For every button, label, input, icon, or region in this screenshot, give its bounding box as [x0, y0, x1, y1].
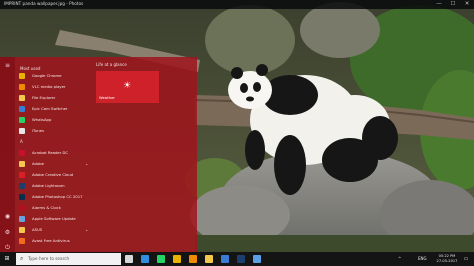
app-adobe-lightroom[interactable]: Adobe Lightroom [19, 182, 91, 190]
window-title: IMPRINT panda wallpaper.jpg - Photos [4, 1, 84, 6]
apple-update-icon [19, 216, 25, 222]
avast-icon [19, 238, 25, 244]
search-placeholder: Type here to search [28, 256, 70, 261]
taskbar: ⊞ ⌕ Type here to search ^ ENG 05:22 PM 2… [0, 252, 474, 266]
start-menu: ≡ ◉ ⚙ ⏻ Most used Google Chrome VLC medi… [0, 57, 197, 253]
creative-cloud-icon [19, 172, 25, 178]
search-icon: ⌕ [20, 255, 24, 262]
tray-chevron-icon[interactable]: ^ [398, 252, 401, 266]
app-label: Acrobat Reader DC [32, 150, 69, 155]
app-label: Adobe Creative Cloud [32, 172, 74, 177]
clock-date: 27-05-2017 [436, 259, 458, 263]
app-whatsapp[interactable]: WhatsApp [19, 116, 91, 124]
app-label: ASUS [32, 227, 43, 232]
app-label: Apple Software Update [32, 216, 76, 221]
chevron-down-icon: ⌄ [85, 161, 89, 166]
app-adobe-photoshop[interactable]: Adobe Photoshop CC 2017 [19, 193, 91, 201]
notification-icon[interactable]: ▭ [462, 255, 470, 263]
start-rail: ≡ ◉ ⚙ ⏻ [0, 57, 15, 253]
app-file-explorer[interactable]: File Explorer [19, 94, 91, 102]
acrobat-icon [19, 150, 25, 156]
lightroom-icon [19, 183, 25, 189]
tiles-header: Life at a glance [96, 62, 127, 67]
gear-icon[interactable]: ⚙ [4, 229, 11, 236]
weather-tile[interactable]: ☀ Weather [96, 71, 159, 103]
app-label: Adobe Lightroom [32, 183, 65, 188]
close-button[interactable]: ✕ [460, 0, 474, 9]
app-apple-software-update[interactable]: Apple Software Update [19, 215, 91, 223]
app-google-chrome[interactable]: Google Chrome [19, 72, 91, 80]
task-view-icon[interactable] [125, 255, 133, 263]
chevron-down-icon: ⌄ [85, 227, 89, 232]
app-label: Epic Cam Switcher [32, 106, 68, 111]
sun-icon: ☀ [123, 81, 132, 91]
hamburger-icon[interactable]: ≡ [4, 62, 11, 69]
store-icon[interactable] [221, 255, 229, 263]
windows-start-button[interactable]: ⊞ [0, 252, 14, 266]
chrome-icon[interactable] [173, 255, 181, 263]
app-alarms-clock[interactable]: Alarms & Clock [19, 204, 91, 212]
photos-icon[interactable] [253, 255, 261, 263]
clock[interactable]: 05:22 PM 27-05-2017 [433, 254, 461, 264]
app-itunes[interactable]: iTunes [19, 127, 91, 135]
chrome-icon [19, 73, 25, 79]
file-explorer-icon[interactable] [205, 255, 213, 263]
app-label: iTunes [32, 128, 44, 133]
app-list: Most used Google Chrome VLC media player… [15, 57, 91, 253]
camera-icon [19, 106, 25, 112]
app-label: Adobe [32, 161, 45, 166]
app-label: Google Chrome [32, 73, 62, 78]
app-label: Adobe Photoshop CC 2017 [32, 194, 83, 199]
whatsapp-icon[interactable] [157, 255, 165, 263]
weather-tile-label: Weather [99, 95, 115, 100]
folder-icon [19, 227, 25, 233]
app-label: WhatsApp [32, 117, 52, 122]
app-acrobat-reader[interactable]: Acrobat Reader DC [19, 149, 91, 157]
vlc-icon[interactable] [189, 255, 197, 263]
app-label: VLC media player [32, 84, 66, 89]
maximize-button[interactable]: ☐ [446, 0, 460, 9]
app-epic-cam-switcher[interactable]: Epic Cam Switcher [19, 105, 91, 113]
minimize-button[interactable]: — [432, 0, 446, 9]
most-used-header: Most used [20, 66, 41, 71]
clock-icon [19, 205, 25, 211]
folder-icon [19, 161, 25, 167]
power-icon[interactable]: ⏻ [4, 244, 11, 251]
user-icon[interactable]: ◉ [4, 213, 11, 220]
lightroom-icon[interactable] [237, 255, 245, 263]
itunes-icon [19, 128, 25, 134]
folder-adobe[interactable]: Adobe ⌄ [19, 160, 91, 168]
app-avast[interactable]: Avast Free Antivirus [19, 237, 91, 245]
app-label: File Explorer [32, 95, 56, 100]
language-indicator[interactable]: ENG [418, 252, 427, 266]
search-box[interactable]: ⌕ Type here to search [16, 253, 121, 265]
section-letter-a[interactable]: A [20, 139, 23, 144]
app-adobe-creative-cloud[interactable]: Adobe Creative Cloud [19, 171, 91, 179]
tile-area: Life at a glance ☀ Weather [91, 57, 197, 253]
photos-titlebar: IMPRINT panda wallpaper.jpg - Photos — ☐… [0, 0, 474, 9]
folder-asus[interactable]: ASUS ⌄ [19, 226, 91, 234]
whatsapp-icon [19, 117, 25, 123]
folder-icon [19, 95, 25, 101]
app-label: Avast Free Antivirus [32, 238, 70, 243]
photoshop-icon [19, 194, 25, 200]
edge-icon[interactable] [141, 255, 149, 263]
app-vlc[interactable]: VLC media player [19, 83, 91, 91]
vlc-icon [19, 84, 25, 90]
app-label: Alarms & Clock [32, 205, 61, 210]
